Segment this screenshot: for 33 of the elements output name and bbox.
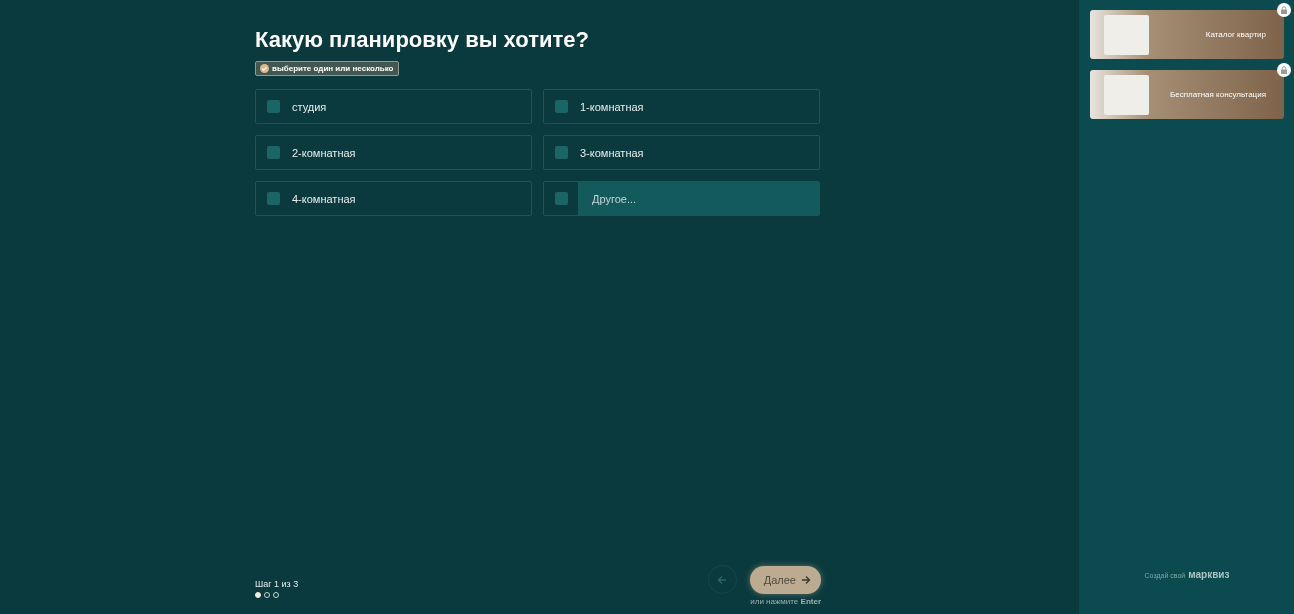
option-row[interactable]: 2-комнатная — [255, 135, 532, 170]
option-label: 2-комнатная — [292, 146, 356, 159]
document-placeholder — [1104, 14, 1149, 55]
question-title: Какую планировку вы хотите? — [255, 27, 590, 53]
bonus-card[interactable]: Бесплатная консультация — [1090, 70, 1284, 119]
option-label: 4-комнатная — [292, 192, 356, 205]
step-counter: Шаг 1 из 3 — [255, 579, 299, 589]
option-label: студия — [292, 100, 327, 113]
arrow-left-icon — [717, 574, 728, 585]
checkbox[interactable] — [555, 192, 568, 205]
bonus-label: Каталог квартир — [1205, 30, 1266, 39]
other-input-field[interactable]: Другое... — [578, 182, 819, 215]
option-row[interactable]: 4-комнатная — [255, 181, 532, 216]
bonus-card[interactable]: Каталог квартир — [1090, 10, 1284, 59]
checkbox[interactable] — [267, 100, 280, 113]
option-row[interactable]: 1-комнатная — [543, 89, 820, 124]
option-label: 1-комнатная — [580, 100, 644, 113]
hint-text: выберите один или несколько — [272, 64, 394, 73]
bonus-label: Бесплатная консультация — [1170, 90, 1266, 99]
document-placeholder — [1104, 74, 1149, 115]
checkbox[interactable] — [555, 100, 568, 113]
option-row[interactable]: 3-комнатная — [543, 135, 820, 170]
option-label: 3-комнатная — [580, 146, 644, 159]
arrow-right-icon — [801, 574, 811, 585]
enter-hint: или нажмите Enter — [750, 597, 821, 606]
checkbox[interactable] — [555, 146, 568, 159]
other-option-row[interactable]: Другое... — [543, 181, 820, 216]
brand-link[interactable]: марквиз — [1188, 569, 1230, 580]
checkbox[interactable] — [267, 192, 280, 205]
option-row[interactable]: студия — [255, 89, 532, 124]
next-button[interactable]: Далее — [749, 565, 821, 594]
checkbox[interactable] — [267, 146, 280, 159]
check-circle-icon — [260, 64, 269, 73]
